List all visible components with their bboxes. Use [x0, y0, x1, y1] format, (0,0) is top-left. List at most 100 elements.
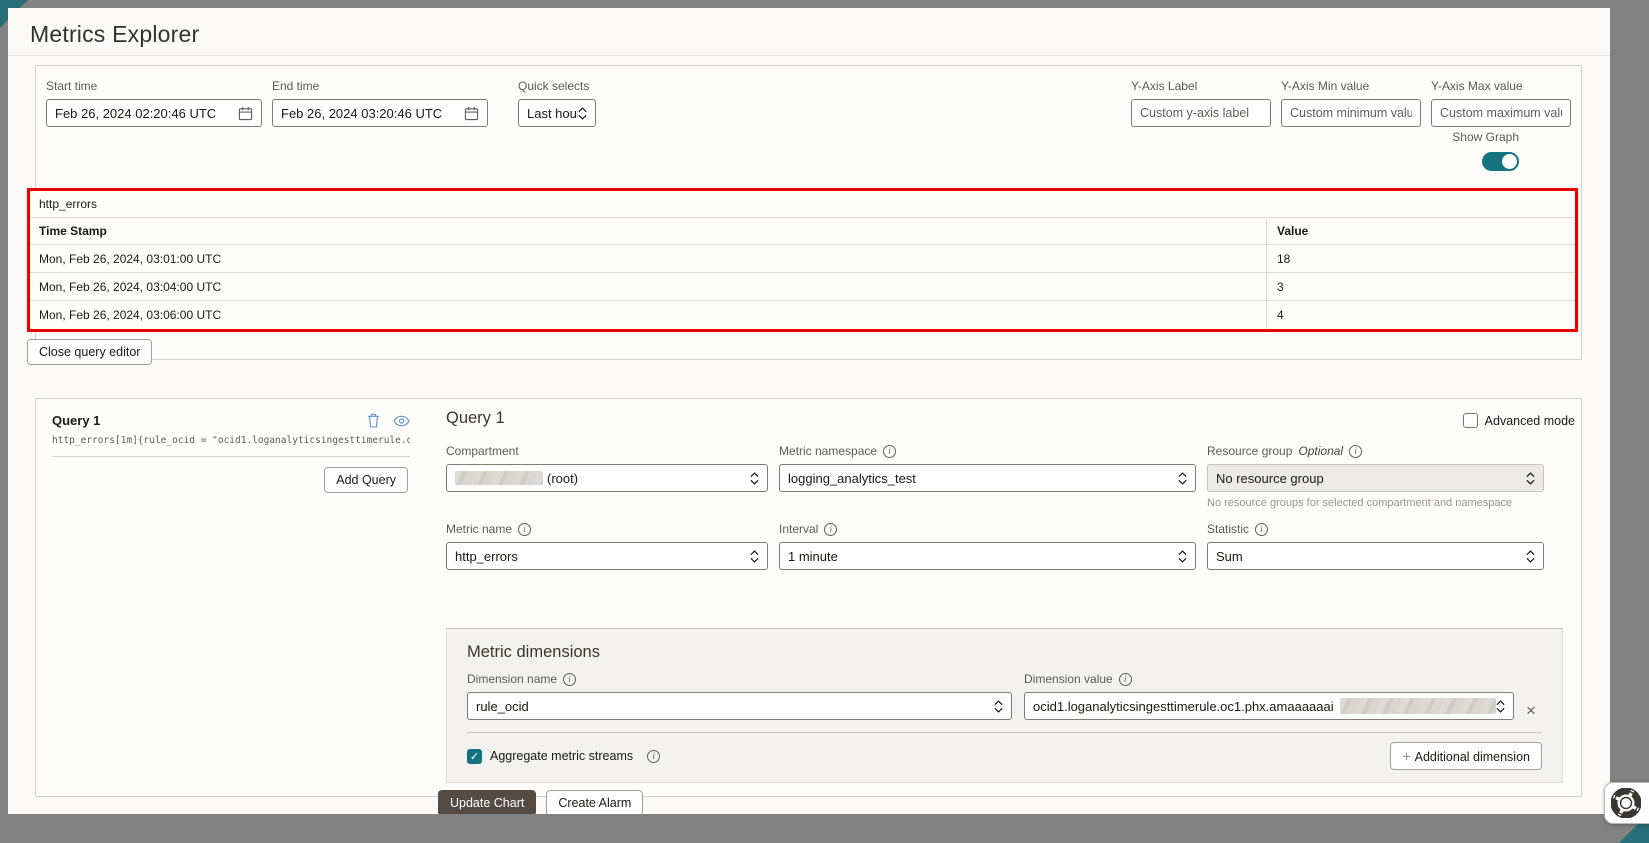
y-axis-max-field: Y-Axis Max value — [1431, 79, 1571, 127]
interval-select[interactable]: 1 minute — [779, 542, 1196, 570]
show-graph-toggle[interactable] — [1482, 152, 1519, 171]
chevron-updown-icon — [994, 699, 1003, 713]
advanced-mode-label: Advanced mode — [1484, 413, 1575, 428]
dimension-value-field: Dimension value i ocid1.loganalyticsinge… — [1024, 672, 1514, 720]
cell-timestamp: Mon, Feb 26, 2024, 03:04:00 UTC — [39, 279, 222, 294]
toggle-knob — [1502, 154, 1517, 169]
info-icon: i — [1349, 444, 1363, 458]
time-controls-row: Start time Feb 26, 2024 02:20:46 UTC End… — [36, 66, 1581, 127]
page-title: Metrics Explorer — [30, 21, 200, 47]
results-table-annotation: http_errors Time Stamp Value Mon, Feb 26… — [27, 188, 1578, 332]
resource-group-field: Resource group Optional i No resource gr… — [1207, 444, 1544, 509]
query-list-item[interactable]: Query 1 http_errors[1m]{rule_ocid = "oci… — [52, 413, 410, 457]
quick-selects-value: Last hour — [527, 105, 578, 121]
chevron-updown-icon — [1496, 699, 1505, 713]
quick-selects-select[interactable]: Last hour — [518, 99, 596, 127]
aggregate-streams-checkbox[interactable]: ✓ — [467, 748, 482, 764]
results-metric-title: http_errors — [39, 197, 98, 211]
close-query-editor-button[interactable]: Close query editor — [27, 339, 153, 365]
aggregate-streams-control: ✓ Aggregate metric streams i — [467, 748, 661, 764]
page-header: Metrics Explorer — [8, 8, 1610, 56]
optional-tag: Optional — [1298, 444, 1344, 458]
query-form-panel: Query 1 Advanced mode Compartment (root) — [438, 399, 1583, 814]
query-form-title: Query 1 — [446, 409, 505, 427]
metric-name-field: Metric name i http_errors — [446, 522, 768, 570]
query-list-panel: Query 1 http_errors[1m]{rule_ocid = "oci… — [36, 399, 426, 493]
statistic-value: Sum — [1216, 548, 1243, 564]
cell-timestamp: Mon, Feb 26, 2024, 03:06:00 UTC — [39, 308, 222, 322]
y-axis-min-label: Y-Axis Min value — [1281, 79, 1370, 93]
eye-icon[interactable] — [393, 415, 410, 427]
create-alarm-button[interactable]: Create Alarm — [546, 790, 644, 814]
redacted-ocid-suffix — [1339, 698, 1496, 714]
chevron-updown-icon — [1526, 549, 1535, 563]
interval-label: Interval — [779, 522, 819, 536]
statistic-select[interactable]: Sum — [1207, 542, 1544, 570]
info-icon: i — [883, 444, 897, 458]
metric-name-select[interactable]: http_errors — [446, 542, 768, 570]
dimension-name-field: Dimension name i rule_ocid — [467, 672, 1012, 720]
info-icon: i — [1255, 522, 1269, 536]
metrics-explorer-page: Metrics Explorer Start time Feb 26, 2024… — [8, 8, 1610, 814]
resource-group-select[interactable]: No resource group — [1207, 464, 1544, 492]
results-metric-title-row: http_errors — [30, 191, 1575, 218]
add-query-button[interactable]: Add Query — [324, 467, 408, 493]
resource-group-value: No resource group — [1216, 470, 1324, 486]
metric-dimensions-panel: Metric dimensions Dimension name i rule_… — [446, 628, 1563, 783]
chevron-updown-icon — [578, 106, 587, 120]
cell-value: 3 — [1266, 273, 1575, 300]
metric-namespace-select[interactable]: logging_analytics_test — [779, 464, 1196, 492]
remove-dimension-icon[interactable]: × — [1526, 702, 1536, 719]
dimension-value-select[interactable]: ocid1.loganalyticsingesttimerule.oc1.phx… — [1024, 692, 1514, 720]
aggregate-streams-label: Aggregate metric streams — [490, 749, 634, 763]
resource-group-label: Resource group — [1207, 444, 1293, 458]
cell-value: 18 — [1266, 245, 1575, 272]
chevron-updown-icon — [1178, 549, 1187, 563]
statistic-field: Statistic i Sum — [1207, 522, 1544, 570]
dimension-name-label: Dimension name — [467, 672, 558, 686]
plus-icon: + — [1402, 748, 1411, 764]
advanced-mode-checkbox[interactable] — [1462, 413, 1478, 428]
y-axis-min-input[interactable] — [1281, 99, 1421, 127]
query-code: http_errors[1m]{rule_ocid = "ocid1.logan… — [52, 435, 410, 446]
query-builder-card: Query 1 http_errors[1m]{rule_ocid = "oci… — [35, 398, 1582, 814]
screenshot-frame: Metrics Explorer Start time Feb 26, 2024… — [0, 0, 1649, 843]
chevron-updown-icon — [750, 549, 759, 563]
start-time-input[interactable]: Feb 26, 2024 02:20:46 UTC — [46, 99, 262, 127]
interval-field: Interval i 1 minute — [779, 522, 1196, 570]
metric-name-value: http_errors — [455, 548, 518, 564]
calendar-icon[interactable] — [238, 106, 253, 121]
dimension-value-label: Dimension value — [1024, 672, 1113, 686]
update-chart-button[interactable]: Update Chart — [438, 790, 537, 814]
dims-divider — [467, 732, 1542, 733]
y-axis-max-input[interactable] — [1431, 99, 1571, 127]
quick-selects-field: Quick selects Last hour — [518, 79, 596, 127]
compartment-value: (root) — [547, 470, 579, 486]
y-axis-label-input[interactable] — [1131, 99, 1271, 127]
end-time-input[interactable]: Feb 26, 2024 03:20:46 UTC — [272, 99, 488, 127]
calendar-icon[interactable] — [464, 106, 479, 121]
cell-value: 4 — [1266, 301, 1575, 329]
compartment-select[interactable]: (root) — [446, 464, 768, 492]
y-axis-max-label: Y-Axis Max value — [1431, 79, 1523, 93]
trash-icon[interactable] — [367, 413, 380, 428]
quick-selects-label: Quick selects — [518, 79, 590, 93]
help-widget[interactable] — [1604, 782, 1649, 824]
info-icon: i — [824, 522, 838, 536]
compartment-label: Compartment — [446, 444, 519, 458]
compartment-field: Compartment (root) — [446, 444, 768, 509]
dimension-name-select[interactable]: rule_ocid — [467, 692, 1012, 720]
y-axis-min-field: Y-Axis Min value — [1281, 79, 1421, 127]
table-row: Mon, Feb 26, 2024, 03:06:00 UTC 4 — [30, 301, 1575, 329]
y-axis-label-label: Y-Axis Label — [1131, 79, 1198, 93]
chevron-updown-icon — [1526, 471, 1535, 485]
additional-dimension-button[interactable]: + Additional dimension — [1390, 742, 1542, 770]
table-row: Mon, Feb 26, 2024, 03:01:00 UTC 18 — [30, 245, 1575, 273]
chevron-updown-icon — [1178, 471, 1187, 485]
resource-group-helper-text: No resource groups for selected compartm… — [1207, 497, 1513, 509]
start-time-value: Feb 26, 2024 02:20:46 UTC — [55, 105, 217, 121]
statistic-label: Statistic — [1207, 522, 1250, 536]
info-icon: i — [647, 749, 661, 763]
metric-dimensions-title: Metric dimensions — [467, 643, 600, 661]
y-axis-label-field: Y-Axis Label — [1131, 79, 1271, 127]
